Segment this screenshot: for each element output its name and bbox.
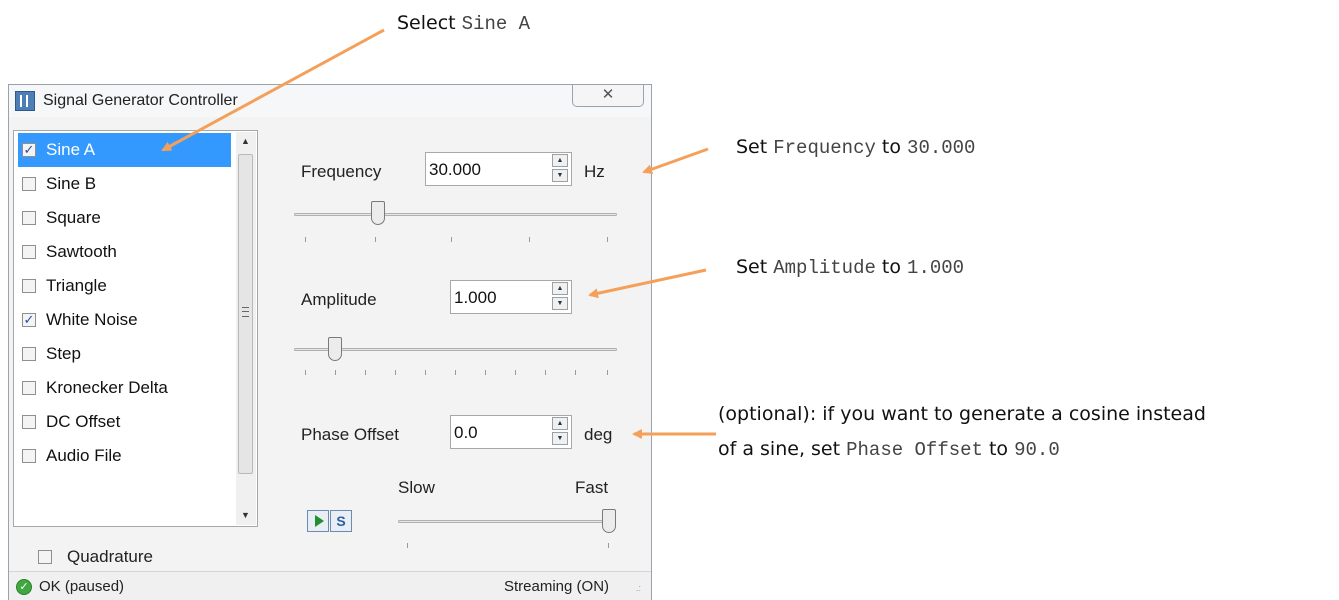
annotation-arrows [161,28,716,439]
arrow-frequency [642,147,709,174]
arrow-select [161,28,385,152]
arrow-amplitude [588,268,707,299]
